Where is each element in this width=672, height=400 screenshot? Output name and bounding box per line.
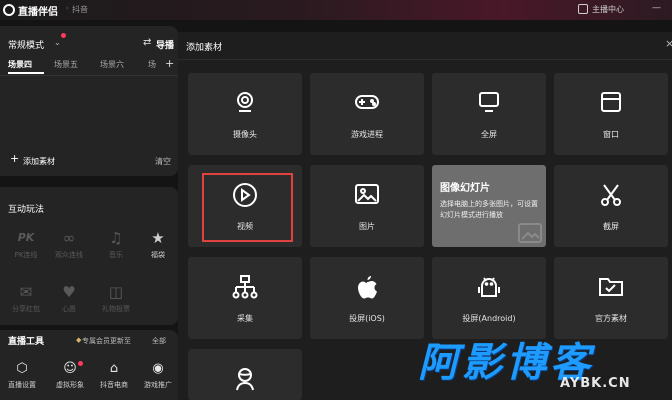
virtual-avatar-tool[interactable]: ☺ 虚拟形象 xyxy=(50,360,90,390)
avatar-icon: ☺ xyxy=(63,361,77,376)
music-icon: ♫ xyxy=(109,229,123,247)
gamepad-icon xyxy=(355,95,379,109)
minimize-button[interactable]: — xyxy=(652,3,661,13)
game-process-tile[interactable]: 游戏进程 xyxy=(310,73,424,155)
window-tile[interactable]: 窗口 xyxy=(554,73,668,155)
redpacket-icon: ✉ xyxy=(19,283,33,301)
mode-notification-dot xyxy=(61,33,66,38)
watermark-url: AYBK.CN xyxy=(560,376,631,391)
tab-scene-5[interactable]: 场景五 xyxy=(54,59,78,70)
host-center-icon[interactable] xyxy=(578,4,588,14)
tab-scene-4[interactable]: 场景四 xyxy=(8,59,32,70)
app-title: 直播伴侣 xyxy=(18,7,58,18)
cast-ios-tile[interactable]: 投屏(iOS) xyxy=(310,257,424,339)
slideshow-icon xyxy=(518,223,542,243)
gamepad-icon: ◉ xyxy=(152,361,164,376)
chevron-down-icon[interactable]: ⌄ xyxy=(54,38,61,47)
window-icon xyxy=(601,92,621,112)
folder-check-icon xyxy=(599,278,623,296)
official-material-tile[interactable]: 官方素材 xyxy=(554,257,668,339)
vote-icon: ◫ xyxy=(108,283,124,301)
vip-icon: ◆ xyxy=(76,336,82,344)
pk-item[interactable]: PK PK连线 xyxy=(6,228,46,260)
screenshot-tile[interactable]: 截屏 xyxy=(554,165,668,247)
camera-tile[interactable]: 摄像头 xyxy=(188,73,302,155)
live-tools-title: 直播工具 xyxy=(8,337,45,347)
image-icon xyxy=(355,184,379,204)
slideshow-description: 选择电脑上的多张图片，可设置幻灯片模式进行播放 xyxy=(440,200,538,219)
app-logo-icon xyxy=(3,4,15,16)
tab-scene-6[interactable]: 场景六 xyxy=(100,59,124,70)
title-bar xyxy=(0,0,672,20)
host-center-link[interactable]: 主播中心 xyxy=(592,4,624,15)
pk-icon: PK xyxy=(17,231,35,244)
video-tile-highlight xyxy=(202,173,293,242)
slideshow-title: 图像幻灯片 xyxy=(440,183,490,194)
monitor-icon xyxy=(479,92,499,112)
image-tile[interactable]: 图片 xyxy=(310,165,424,247)
game-promo-tool[interactable]: ◉ 游戏推广 xyxy=(138,360,178,390)
android-icon xyxy=(478,277,500,297)
add-source-button[interactable]: 添加素材 xyxy=(23,156,55,167)
wish-item[interactable]: ♥ 心愿 xyxy=(49,282,89,314)
tab-scene-7[interactable]: 场 xyxy=(148,59,156,70)
fullscreen-tile[interactable]: 全屏 xyxy=(432,73,546,155)
heart-icon: ♥ xyxy=(62,283,76,301)
divider xyxy=(0,75,178,76)
watermark: 阿影博客 AYBK.CN xyxy=(418,330,672,400)
hexagon-settings-icon: ⬡ xyxy=(16,361,28,376)
title-separator: · xyxy=(66,4,69,13)
guide-button[interactable]: 导播 xyxy=(156,38,174,51)
avatar-tile[interactable] xyxy=(188,349,302,400)
mode-selector[interactable]: 常规模式 xyxy=(8,38,44,51)
add-scene-icon[interactable]: + xyxy=(165,57,174,70)
active-tab-indicator xyxy=(8,72,44,74)
switch-icon[interactable]: ⇄ xyxy=(143,37,151,48)
close-icon[interactable]: × xyxy=(665,37,672,50)
audience-link-item[interactable]: ∞ 观众连线 xyxy=(49,228,89,260)
camera-icon xyxy=(237,92,253,112)
share-redpacket-item[interactable]: ✉ 分享红包 xyxy=(6,282,46,314)
capture-tile[interactable]: 采集 xyxy=(188,257,302,339)
link-icon: ∞ xyxy=(62,229,76,247)
clear-button[interactable]: 清空 xyxy=(155,156,171,167)
badge-star-icon: ★ xyxy=(151,229,165,247)
slideshow-tile[interactable]: 图像幻灯片 选择电脑上的多张图片，可设置幻灯片模式进行播放 xyxy=(432,165,546,247)
apple-icon xyxy=(358,276,377,299)
vip-notice[interactable]: 专属会员更新至 xyxy=(82,336,131,346)
cart-icon: ⌂ xyxy=(109,361,119,376)
dialog-title: 添加素材 xyxy=(186,43,223,53)
plus-icon[interactable]: + xyxy=(10,152,19,165)
all-tools-link[interactable]: 全部 xyxy=(152,336,166,346)
gift-vote-item[interactable]: ◫ 礼物投票 xyxy=(96,282,136,314)
hierarchy-icon xyxy=(232,275,258,299)
cast-android-tile[interactable]: 投屏(Android) xyxy=(432,257,546,339)
interactive-title: 互动玩法 xyxy=(8,205,45,215)
scissors-icon xyxy=(601,184,621,206)
dialog-header xyxy=(178,32,672,60)
avatar-icon xyxy=(236,368,254,391)
platform-label: 抖音 xyxy=(72,5,88,14)
live-settings-tool[interactable]: ⬡ 直播设置 xyxy=(2,360,42,390)
music-item[interactable]: ♫ 音乐 xyxy=(96,228,136,260)
lucky-bag-item[interactable]: ★ 福袋 xyxy=(138,228,178,260)
douyin-ecommerce-tool[interactable]: ⌂ 抖音电商 xyxy=(94,360,134,390)
avatar-notification-dot xyxy=(78,361,83,366)
